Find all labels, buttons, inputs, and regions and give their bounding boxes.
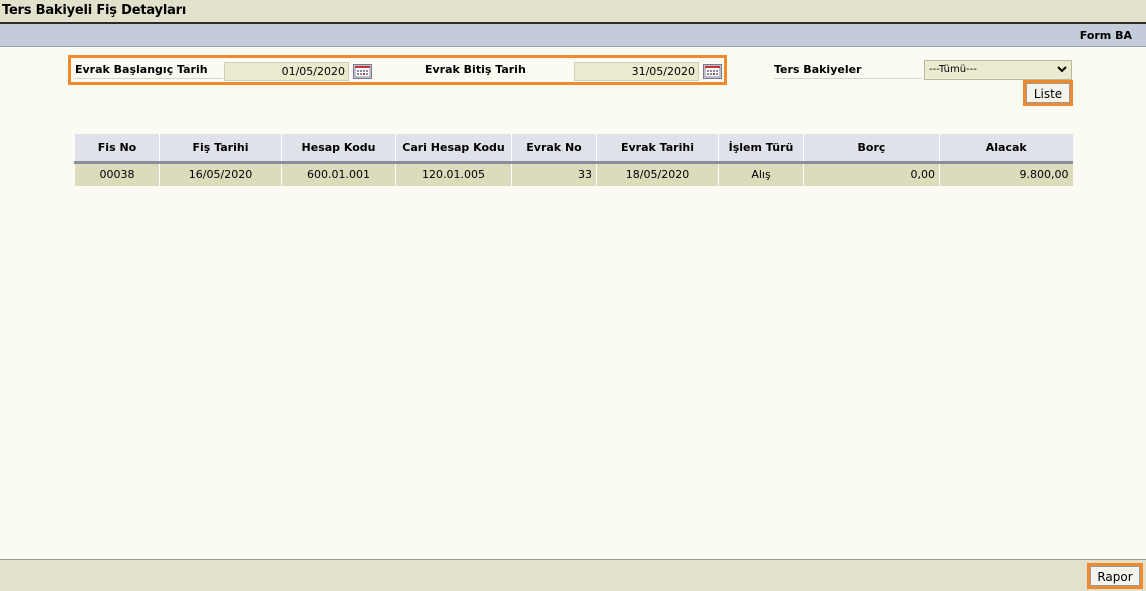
column-header[interactable]: Evrak No bbox=[511, 134, 597, 164]
list-button-highlight: Liste bbox=[1023, 80, 1073, 106]
cell-borc: 0,00 bbox=[803, 162, 940, 186]
cell-fis-tarihi: 16/05/2020 bbox=[159, 162, 282, 186]
start-date-label: Evrak Başlangıç Tarih bbox=[75, 63, 223, 79]
balance-select-value: ---Tümü--- bbox=[929, 64, 977, 75]
report-button[interactable]: Rapor bbox=[1090, 566, 1140, 586]
cell-evrak-no: 33 bbox=[511, 162, 597, 186]
cell-fis-no: 00038 bbox=[74, 162, 160, 186]
column-header[interactable]: Hesap Kodu bbox=[281, 134, 396, 164]
column-header[interactable]: Evrak Tarihi bbox=[596, 134, 719, 164]
column-header[interactable]: Alacak bbox=[939, 134, 1073, 164]
page-title: Ters Bakiyeli Fiş Detayları bbox=[2, 3, 187, 18]
column-header[interactable]: Fis No bbox=[74, 134, 160, 164]
date-range-group: Evrak Başlangıç Tarih 01/05/2020 Evrak B… bbox=[68, 55, 727, 85]
cell-evrak-tarihi: 18/05/2020 bbox=[596, 162, 719, 186]
column-header[interactable]: Cari Hesap Kodu bbox=[395, 134, 512, 164]
results-table: Fis No Fiş Tarihi Hesap Kodu Cari Hesap … bbox=[74, 134, 1073, 186]
cell-hesap-kodu: 600.01.001 bbox=[281, 162, 396, 186]
end-calendar-icon[interactable] bbox=[703, 64, 722, 79]
end-date-label: Evrak Bitiş Tarih bbox=[425, 63, 526, 76]
cell-cari-hesap-kodu: 120.01.005 bbox=[395, 162, 512, 186]
form-bar: Form BA bbox=[0, 24, 1146, 47]
cell-islem-turu: Alış bbox=[718, 162, 804, 186]
start-date-input[interactable]: 01/05/2020 bbox=[224, 62, 349, 81]
report-button-highlight: Rapor bbox=[1087, 563, 1143, 589]
list-button[interactable]: Liste bbox=[1026, 83, 1070, 103]
column-header[interactable]: İşlem Türü bbox=[718, 134, 804, 164]
column-header[interactable]: Borç bbox=[803, 134, 940, 164]
title-bar: Ters Bakiyeli Fiş Detayları bbox=[0, 0, 1146, 24]
chevron-down-icon bbox=[1056, 63, 1068, 78]
cell-alacak: 9.800,00 bbox=[939, 162, 1073, 186]
balance-label: Ters Bakiyeler bbox=[774, 63, 922, 79]
table-row[interactable]: 00038 16/05/2020 600.01.001 120.01.005 3… bbox=[74, 162, 1073, 186]
footer-bar: Rapor bbox=[0, 559, 1146, 591]
table-header-row: Fis No Fiş Tarihi Hesap Kodu Cari Hesap … bbox=[74, 134, 1073, 164]
form-name: Form BA bbox=[1079, 29, 1132, 42]
start-calendar-icon[interactable] bbox=[353, 64, 372, 79]
column-header[interactable]: Fiş Tarihi bbox=[159, 134, 282, 164]
balance-select[interactable]: ---Tümü--- bbox=[924, 60, 1072, 80]
end-date-input[interactable]: 31/05/2020 bbox=[574, 62, 699, 81]
